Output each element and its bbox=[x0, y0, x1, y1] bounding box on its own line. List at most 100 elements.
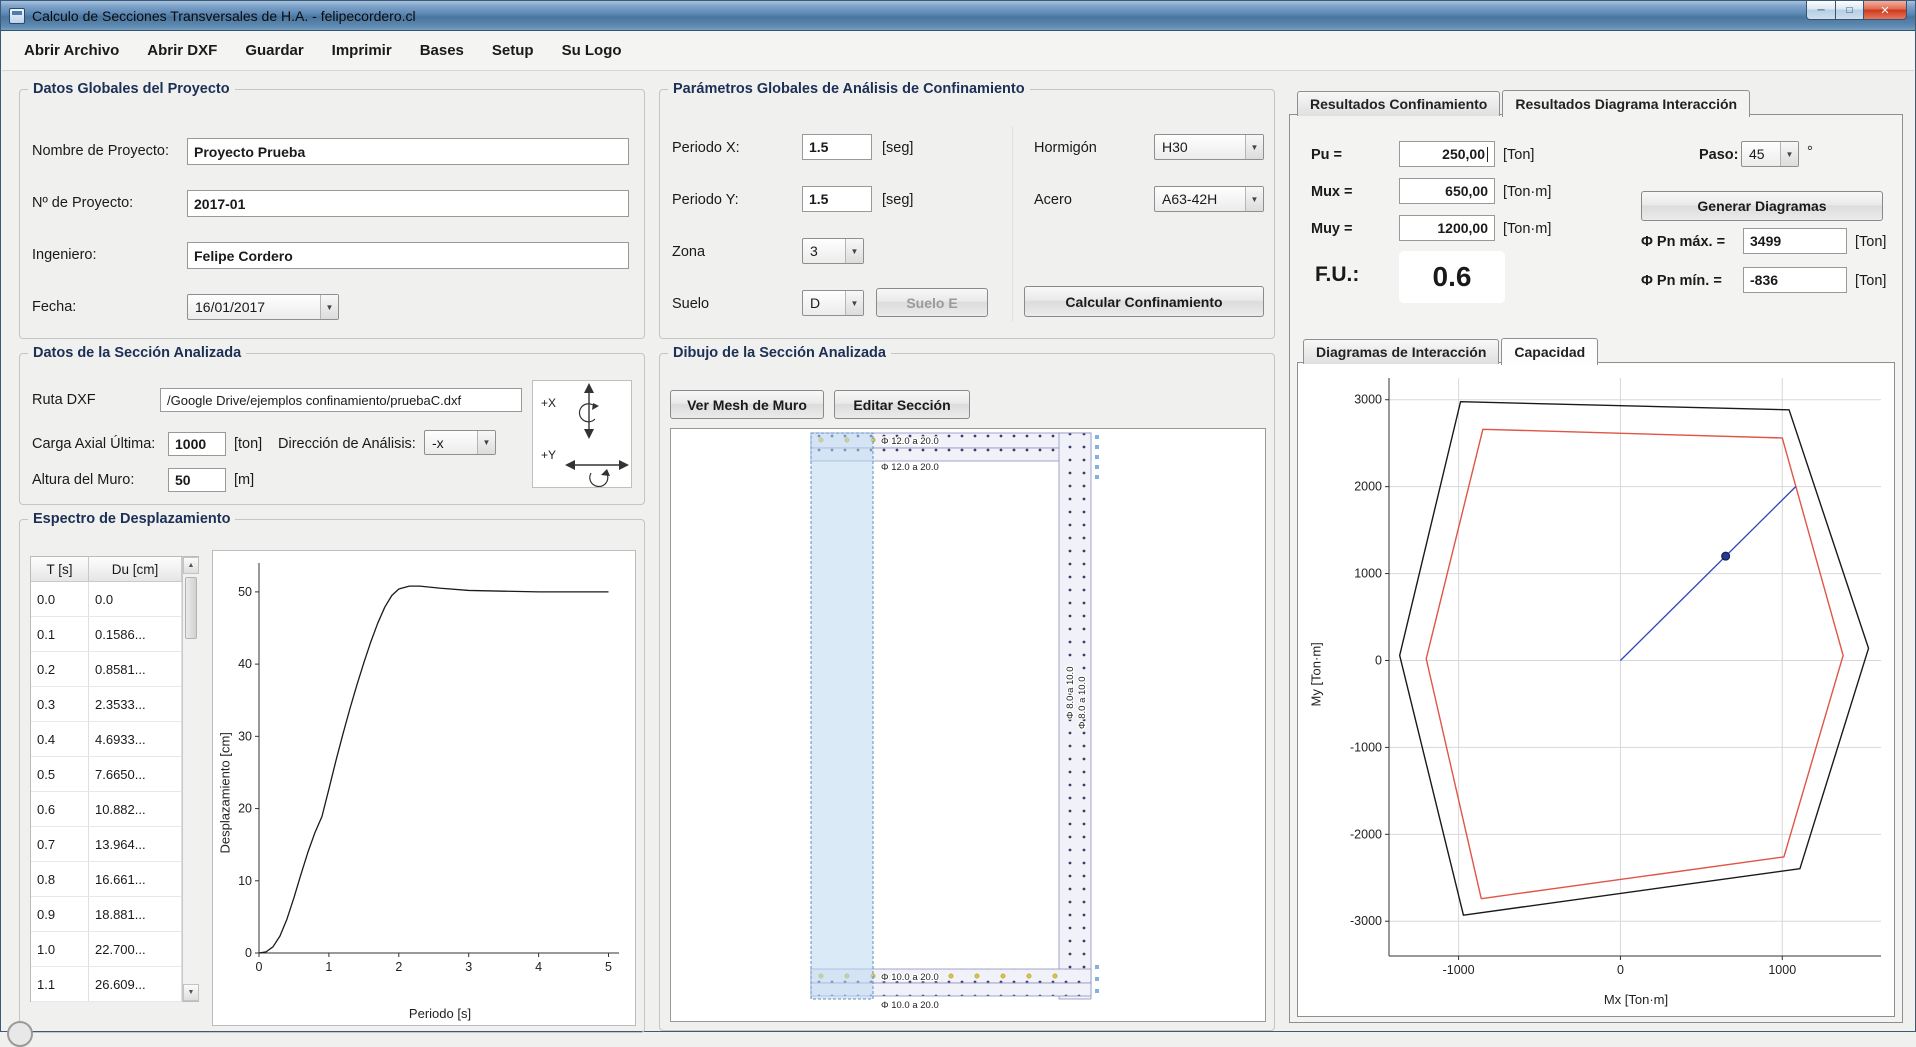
cell-t: 0.6 bbox=[31, 792, 89, 827]
nombre-proyecto-value: Proyecto Prueba bbox=[194, 144, 305, 160]
svg-text:0: 0 bbox=[1617, 963, 1624, 977]
suelo-select[interactable]: D ▼ bbox=[802, 290, 864, 316]
pu-unit: [Ton] bbox=[1503, 147, 1534, 163]
periodo-y-value: 1.5 bbox=[809, 191, 828, 207]
table-row[interactable]: 0.610.882... bbox=[31, 792, 198, 827]
nombre-proyecto-input[interactable]: Proyecto Prueba bbox=[187, 138, 629, 165]
axis-x-label: +X bbox=[541, 396, 556, 410]
table-row[interactable]: 0.20.8581... bbox=[31, 652, 198, 687]
group-parametros: Parámetros Globales de Análisis de Confi… bbox=[659, 89, 1275, 339]
rebar-label-top-2: Φ 12.0 a 20.0 bbox=[881, 462, 939, 473]
scrollbar-thumb[interactable] bbox=[185, 577, 197, 639]
zona-select[interactable]: 3 ▼ bbox=[802, 238, 864, 264]
table-row[interactable]: 0.00.0 bbox=[31, 582, 198, 617]
capacidad-panel: -100001000-3000-2000-10000100020003000 M… bbox=[1297, 362, 1895, 1017]
menu-item-guardar[interactable]: Guardar bbox=[231, 31, 317, 70]
menu-item-setup[interactable]: Setup bbox=[478, 31, 548, 70]
cell-t: 0.9 bbox=[31, 897, 89, 932]
hormigon-select[interactable]: H30 ▼ bbox=[1154, 134, 1264, 160]
menu-item-su-logo[interactable]: Su Logo bbox=[548, 31, 636, 70]
svg-text:0: 0 bbox=[1375, 653, 1382, 667]
tab-resultados-diagrama-interaccion[interactable]: Resultados Diagrama Interacción bbox=[1502, 90, 1750, 117]
table-row[interactable]: 0.10.1586... bbox=[31, 617, 198, 652]
menu-item-bases[interactable]: Bases bbox=[406, 31, 478, 70]
menu-item-imprimir[interactable]: Imprimir bbox=[318, 31, 406, 70]
tab-resultados-confinamiento[interactable]: Resultados Confinamiento bbox=[1297, 91, 1500, 116]
muy-input[interactable]: 1200,00 bbox=[1399, 215, 1495, 241]
calcular-confinamiento-button[interactable]: Calcular Confinamiento bbox=[1024, 286, 1264, 317]
rebar-label-bottom-1: Φ 10.0 a 20.0 bbox=[881, 972, 939, 983]
tab-diagramas-interaccion[interactable]: Diagramas de Interacción bbox=[1303, 339, 1499, 364]
group-dibujo-title: Dibujo de la Sección Analizada bbox=[668, 345, 891, 361]
pn-max-input[interactable]: 3499 bbox=[1743, 228, 1847, 254]
menu-item-abrir-dxf[interactable]: Abrir DXF bbox=[133, 31, 231, 70]
cell-du: 13.964... bbox=[89, 827, 182, 862]
rebar-label-web-1: Φ 8.0 a 10.0 bbox=[1065, 667, 1076, 719]
group-datos-globales: Datos Globales del Proyecto Nombre de Pr… bbox=[19, 89, 645, 339]
scroll-up-button[interactable]: ▲ bbox=[183, 557, 199, 574]
col-header-t[interactable]: T [s] bbox=[31, 557, 89, 582]
ruta-dxf-input[interactable]: /Google Drive/ejemplos confinamiento/pru… bbox=[160, 388, 522, 412]
titlebar[interactable]: Calculo de Secciones Transversales de H.… bbox=[1, 1, 1915, 31]
pn-min-input[interactable]: -836 bbox=[1743, 267, 1847, 293]
maximize-button[interactable]: □ bbox=[1835, 1, 1864, 20]
cell-t: 0.0 bbox=[31, 582, 89, 617]
table-row[interactable]: 0.816.661... bbox=[31, 862, 198, 897]
ver-mesh-button[interactable]: Ver Mesh de Muro bbox=[670, 390, 824, 419]
ingeniero-label: Ingeniero: bbox=[32, 247, 97, 263]
fecha-dropdown-arrow-icon: ▼ bbox=[320, 295, 338, 319]
editar-seccion-button[interactable]: Editar Sección bbox=[834, 390, 970, 419]
cell-du: 0.8581... bbox=[89, 652, 182, 687]
direccion-analisis-select[interactable]: -x ▼ bbox=[424, 430, 496, 455]
svg-text:1000: 1000 bbox=[1768, 963, 1796, 977]
altura-muro-input[interactable]: 50 bbox=[168, 468, 226, 492]
ingeniero-input[interactable]: Felipe Cordero bbox=[187, 242, 629, 269]
col-header-du[interactable]: Du [cm] bbox=[89, 557, 182, 582]
rebar-label-top-1: Φ 12.0 a 20.0 bbox=[881, 436, 939, 447]
window-title: Calculo de Secciones Transversales de H.… bbox=[32, 8, 416, 24]
table-row[interactable]: 0.32.3533... bbox=[31, 687, 198, 722]
tab-capacidad[interactable]: Capacidad bbox=[1501, 338, 1598, 365]
minimize-button[interactable]: ─ bbox=[1806, 1, 1836, 20]
paso-dropdown-arrow-icon: ▼ bbox=[1780, 142, 1798, 166]
group-espectro: Espectro de Desplazamiento T [s] Du [cm]… bbox=[19, 519, 645, 1033]
mux-unit: [Ton·m] bbox=[1503, 184, 1551, 200]
table-row[interactable]: 1.126.609... bbox=[31, 967, 198, 1002]
suelo-e-button[interactable]: Suelo E bbox=[876, 288, 988, 317]
scroll-down-icon: ▼ bbox=[188, 989, 195, 996]
menubar: Abrir Archivo Abrir DXF Guardar Imprimir… bbox=[2, 31, 1914, 71]
generar-diagramas-button[interactable]: Generar Diagramas bbox=[1641, 191, 1883, 221]
periodo-x-input[interactable]: 1.5 bbox=[802, 134, 872, 160]
close-button[interactable]: ✕ bbox=[1863, 1, 1907, 20]
dropdown-glyph: ▼ bbox=[1786, 150, 1794, 159]
table-scrollbar[interactable]: ▲ ▼ bbox=[182, 557, 199, 1001]
paso-select[interactable]: 45 ▼ bbox=[1741, 141, 1799, 167]
table-row[interactable]: 1.022.700... bbox=[31, 932, 198, 967]
table-row[interactable]: 0.57.6650... bbox=[31, 757, 198, 792]
muy-label: Muy = bbox=[1311, 221, 1353, 237]
fecha-select[interactable]: 16/01/2017 ▼ bbox=[187, 294, 339, 320]
diagramas-tabbar: Diagramas de Interacción Capacidad bbox=[1303, 336, 1600, 364]
mux-input[interactable]: 650,00 bbox=[1399, 178, 1495, 204]
espectro-xlabel: Periodo [s] bbox=[213, 1006, 635, 1021]
menu-item-abrir-archivo[interactable]: Abrir Archivo bbox=[10, 31, 133, 70]
cell-du: 0.0 bbox=[89, 582, 182, 617]
section-canvas[interactable]: Φ 12.0 a 20.0 Φ 12.0 a 20.0 Φ 8.0 a 10.0… bbox=[670, 428, 1266, 1022]
axis-orientation-icon: +X +Y bbox=[532, 380, 632, 488]
pu-input[interactable]: 250,00 bbox=[1399, 141, 1495, 167]
svg-text:1000: 1000 bbox=[1354, 567, 1382, 581]
table-row[interactable]: 0.713.964... bbox=[31, 827, 198, 862]
table-row[interactable]: 0.918.881... bbox=[31, 897, 198, 932]
numero-proyecto-input[interactable]: 2017-01 bbox=[187, 190, 629, 217]
suelo-label: Suelo bbox=[672, 296, 709, 312]
carga-axial-input[interactable]: 1000 bbox=[168, 432, 226, 456]
dropdown-glyph: ▼ bbox=[1251, 195, 1259, 204]
table-row[interactable]: 0.44.6933... bbox=[31, 722, 198, 757]
pn-min-label: Φ Pn mín. = bbox=[1641, 273, 1722, 289]
scroll-down-button[interactable]: ▼ bbox=[183, 984, 199, 1001]
altura-muro-label: Altura del Muro: bbox=[32, 472, 134, 488]
scroll-up-icon: ▲ bbox=[188, 562, 195, 569]
periodo-y-input[interactable]: 1.5 bbox=[802, 186, 872, 212]
acero-select[interactable]: A63-42H ▼ bbox=[1154, 186, 1264, 212]
cap acidad-xlabel: Mx [Ton·m] bbox=[1299, 992, 1893, 1007]
